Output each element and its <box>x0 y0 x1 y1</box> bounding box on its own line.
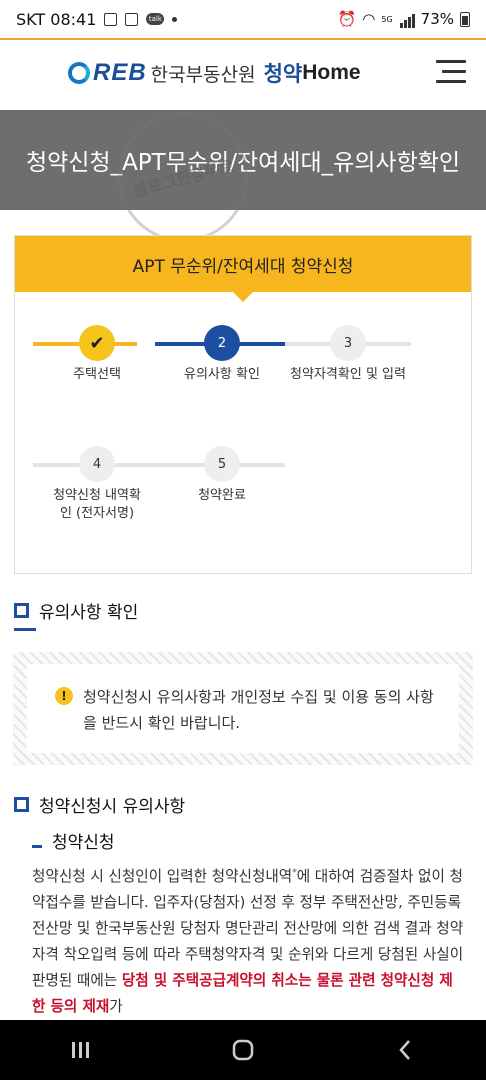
battery-icon <box>460 11 470 27</box>
step-3-circle: 3 <box>330 325 366 361</box>
notice-section-title: 유의사항 확인 <box>14 598 138 623</box>
check-icon: ✔ <box>89 332 105 354</box>
battery-percent: 73% <box>420 10 454 28</box>
step-4-number: 4 <box>92 456 102 472</box>
step-2-label: 유의사항 확인 <box>184 367 260 382</box>
step-1-circle: ✔ <box>79 325 115 361</box>
notice-section-title-text: 유의사항 확인 <box>39 603 139 623</box>
caution-body: 청약신청 시 신청인이 입력한 청약신청내역*에 대하여 검증절차 없이 청약접… <box>32 860 464 1020</box>
caution-body-part1: 청약신청 시 신청인이 입력한 청약신청내역 <box>32 867 293 885</box>
section-square-icon <box>14 797 29 812</box>
brand-name: 청약 <box>263 62 303 86</box>
caution-subtitle: 청약신청 <box>32 828 115 853</box>
watermark-text: 블로그한정무료 <box>131 155 236 201</box>
brand-home: Home <box>302 61 361 84</box>
notice-text: 청약신청시 유의사항과 개인정보 수집 및 이용 동의 사항을 반드시 확인 바… <box>83 688 434 732</box>
caution-body-part2: 에 대하여 검증절차 없이 청약접수를 받습니다. 입주자(당첨자) 선정 후 … <box>32 867 464 989</box>
step-5-number: 5 <box>217 456 227 472</box>
home-icon[interactable] <box>223 1030 263 1070</box>
network-label: 5G <box>381 14 393 24</box>
org-name: 한국부동산원 <box>150 63 256 86</box>
carrier-time: SKT 08:41 <box>16 9 97 29</box>
step-2-circle: 2 <box>204 325 240 361</box>
caution-section-title-text: 청약신청시 유의사항 <box>39 797 186 817</box>
step-4-circle: 4 <box>79 446 115 482</box>
step-5-label: 청약완료 <box>198 488 246 503</box>
recent-apps-icon[interactable] <box>61 1030 101 1070</box>
section-underline <box>14 628 36 631</box>
step-3-number: 3 <box>343 335 353 351</box>
gallery-icon <box>104 12 118 26</box>
signal-icon <box>399 10 415 28</box>
back-icon[interactable] <box>385 1030 425 1070</box>
stepper-title: APT 무순위/잔여세대 청약신청 <box>132 256 354 277</box>
caution-section-title: 청약신청시 유의사항 <box>14 792 185 817</box>
dash-icon <box>32 845 42 848</box>
alarm-icon: ⏰ <box>337 10 357 28</box>
status-bar: SKT 08:41 talk ⏰ ◠ 5G 73% <box>0 0 486 38</box>
wifi-icon: ◠ <box>362 10 376 28</box>
section-square-icon <box>14 603 29 618</box>
site-logo[interactable]: REB 한국부동산원 청약 Home <box>68 58 361 88</box>
apply-stepper-card: APT 무순위/잔여세대 청약신청 ✔ 주택선택 2 유의사항 확인 3 청약자… <box>14 235 472 574</box>
android-nav-bar <box>0 1020 486 1080</box>
notification-dot-icon <box>172 16 178 22</box>
step-1-label: 주택선택 <box>73 367 121 382</box>
site-header: REB 한국부동산원 청약 Home <box>0 40 486 110</box>
step-4-label: 청약신청 내역확인 (전자서명) <box>53 488 141 521</box>
exclamation-icon: ! <box>55 687 73 705</box>
menu-icon[interactable] <box>436 60 466 84</box>
notice-box-inner: ! 청약신청시 유의사항과 개인정보 수집 및 이용 동의 사항을 반드시 확인… <box>27 664 459 753</box>
step-3-label: 청약자격확인 및 입력 <box>290 367 406 382</box>
caution-body-end: 가 <box>109 997 123 1015</box>
notice-box: ! 청약신청시 유의사항과 개인정보 수집 및 이용 동의 사항을 반드시 확인… <box>13 652 473 765</box>
step-2-number: 2 <box>217 335 227 351</box>
logo-ring-icon <box>68 62 90 84</box>
logo-mark: REB <box>93 59 147 86</box>
stepper-header: APT 무순위/잔여세대 청약신청 <box>15 236 471 302</box>
caution-subtitle-text: 청약신청 <box>52 833 115 853</box>
step-line-4 <box>33 463 285 467</box>
talk-icon: talk <box>146 13 165 25</box>
step-5-circle: 5 <box>204 446 240 482</box>
image-icon <box>125 12 139 26</box>
